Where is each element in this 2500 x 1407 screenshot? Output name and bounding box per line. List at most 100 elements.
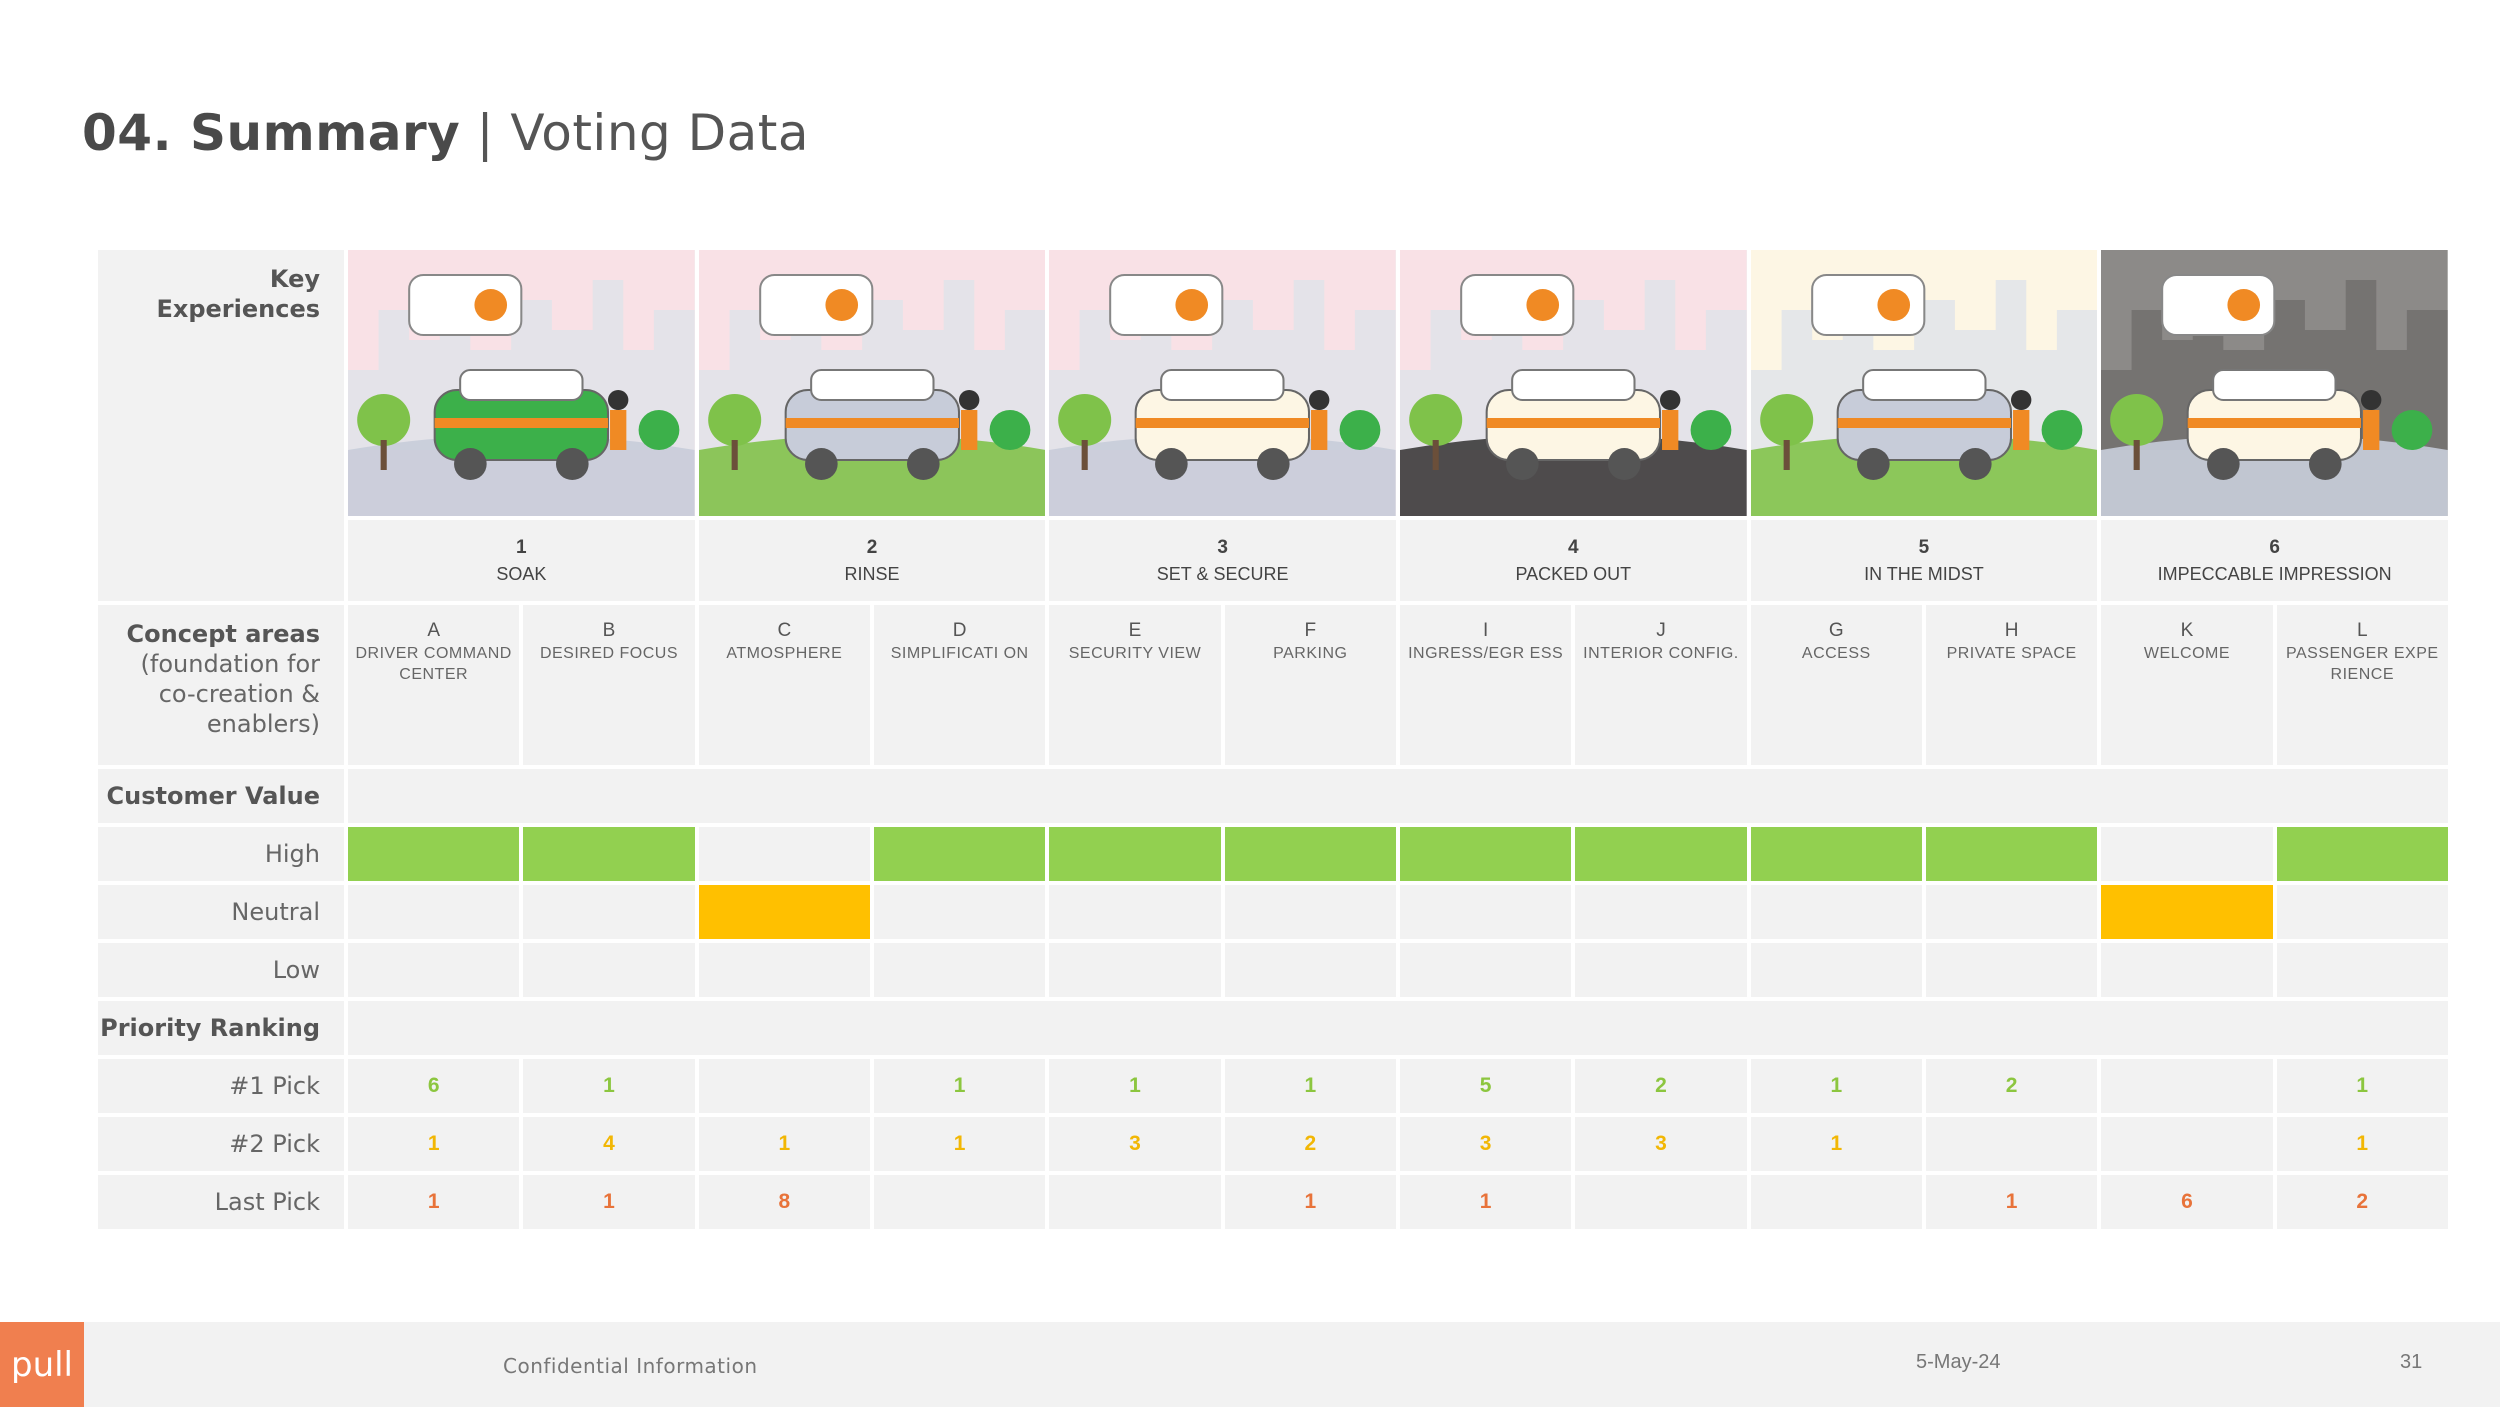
high-value-cell-J <box>1575 827 1747 881</box>
concept-areas-label-line: co-creation & <box>158 680 320 708</box>
voting-table: Key Experiences 1 SOAK 2 RINSE 3 SET & SECURE 4 P… <box>98 250 2448 1229</box>
experience-name: IN THE MIDST <box>1864 563 1984 584</box>
concept-letter: H <box>2004 620 2019 641</box>
concept-A: A DRIVER COMMAND CENTER <box>348 605 520 765</box>
page-number: 31 <box>2400 1351 2423 1373</box>
experience-number: 2 <box>866 536 878 558</box>
concept-G: G ACCESS <box>1750 605 1922 765</box>
neutral-value-cell-D <box>873 885 1046 939</box>
concept-name: PRIVATE SPACE <box>1946 645 2077 662</box>
high-value-cell-A <box>348 827 520 881</box>
last-count-J <box>1575 1175 1747 1229</box>
concept-B: B DESIRED FOCUS <box>523 605 695 765</box>
neutral-value-cell-C <box>698 885 870 939</box>
last-count-F: 1 <box>1224 1175 1396 1229</box>
last-count-K: 6 <box>2101 1175 2273 1229</box>
experience-6: 6 IMPECCABLE IMPRESSION <box>2101 520 2448 601</box>
experience-number: 3 <box>1217 536 1228 558</box>
low-value-cell-K <box>2101 943 2273 997</box>
key-experiences-label: Key Experiences <box>98 250 344 601</box>
low-value-cell-L <box>2276 943 2448 997</box>
pick2-count-H <box>1925 1117 2098 1171</box>
concept-H: H PRIVATE SPACE <box>1925 605 2098 765</box>
pick1-count-E: 1 <box>1049 1059 1221 1113</box>
last-count-H: 1 <box>1925 1175 2098 1229</box>
concept-letter: K <box>2180 620 2194 641</box>
pick1-count-F: 1 <box>1224 1059 1396 1113</box>
pick2-count-C: 1 <box>698 1117 870 1171</box>
last-label: Last Pick <box>98 1175 344 1229</box>
parking-scene <box>1049 250 1396 516</box>
high-value-cell-K <box>2101 827 2273 881</box>
experience-2: 2 RINSE <box>698 520 1046 601</box>
pick2-count-I: 3 <box>1399 1117 1572 1171</box>
concept-L: L PASSENGER EXPERIENCE <box>2276 605 2448 765</box>
concept-letter: G <box>1828 620 1844 641</box>
experience-5: 5 IN THE MIDST <box>1750 520 2098 601</box>
low-value-cell-G <box>1750 943 1922 997</box>
pick2-count-A: 1 <box>348 1117 520 1171</box>
neutral-value-cell-A <box>348 885 520 939</box>
high-value-cell-B <box>523 827 695 881</box>
low-value-cell-I <box>1399 943 1572 997</box>
page-title: 04. Summary | Voting Data <box>82 104 809 162</box>
welcome-cabin-scene <box>2101 250 2448 516</box>
neutral-value-cell-F <box>1224 885 1396 939</box>
priority-ranking-label: Priority Ranking <box>98 1001 344 1055</box>
high-label: High <box>98 827 344 881</box>
pick2-count-L: 1 <box>2276 1117 2448 1171</box>
concept-name: SECURITY VIEW <box>1068 645 1202 662</box>
low-value-cell-H <box>1925 943 2098 997</box>
low-label: Low <box>98 943 344 997</box>
concept-name: DRIVER COMMAND CENTER <box>355 645 512 683</box>
concept-name: ACCESS <box>1801 645 1871 662</box>
experience-4: 4 PACKED OUT <box>1399 520 1747 601</box>
last-count-C: 8 <box>698 1175 870 1229</box>
experience-number: 4 <box>1568 536 1579 558</box>
pick1-count-J: 2 <box>1575 1059 1747 1113</box>
experience-name: IMPECCABLE IMPRESSION <box>2157 563 2392 584</box>
concept-letter: C <box>777 620 792 641</box>
last-count-L: 2 <box>2276 1175 2448 1229</box>
pick2-count-G: 1 <box>1750 1117 1922 1171</box>
pick2-count-J: 3 <box>1575 1117 1747 1171</box>
pick1-count-C <box>698 1059 870 1113</box>
low-value-cell-A <box>348 943 520 997</box>
neutral-value-cell-B <box>523 885 695 939</box>
concept-areas-label-line: (foundation for <box>140 650 320 678</box>
concept-J: J INTERIOR CONFIG. <box>1575 605 1747 765</box>
experience-name: SET & SECURE <box>1156 563 1289 584</box>
park-fountain-scene <box>1750 250 2098 516</box>
high-value-cell-G <box>1750 827 1922 881</box>
pick1-count-D: 1 <box>873 1059 1046 1113</box>
last-count-A: 1 <box>348 1175 520 1229</box>
concept-name: PASSENGER EXPERIENCE <box>2286 645 2439 683</box>
concept-name: DESIRED FOCUS <box>539 645 679 662</box>
pull-logo: pull <box>0 1322 84 1407</box>
concept-areas-label: Concept areas (foundation for co-creation … <box>98 605 344 765</box>
last-count-B: 1 <box>523 1175 695 1229</box>
experience-name: PACKED OUT <box>1515 563 1632 584</box>
experience-3: 3 SET & SECURE <box>1049 520 1396 601</box>
concept-letter: E <box>1128 620 1142 641</box>
pick2-count-K <box>2101 1117 2273 1171</box>
pick1-count-L: 1 <box>2276 1059 2448 1113</box>
pick2-label: #2 Pick <box>98 1117 344 1171</box>
high-value-cell-I <box>1399 827 1572 881</box>
loading-scene <box>1399 250 1747 516</box>
neutral-value-cell-L <box>2276 885 2448 939</box>
confidential-label: Confidential Information <box>503 1354 758 1378</box>
concept-letter: F <box>1304 620 1317 641</box>
concept-name: SIMPLIFICATI ON <box>890 645 1029 662</box>
experience-number: 5 <box>1918 536 1930 558</box>
low-value-cell-D <box>873 943 1046 997</box>
neutral-value-cell-E <box>1049 885 1221 939</box>
last-count-E <box>1049 1175 1221 1229</box>
pick1-count-A: 6 <box>348 1059 520 1113</box>
concept-K: K WELCOME <box>2101 605 2273 765</box>
neutral-value-cell-J <box>1575 885 1747 939</box>
high-value-cell-C <box>698 827 870 881</box>
customer-value-label: Customer Value <box>98 769 344 823</box>
title-light: | Voting Data <box>460 104 810 162</box>
last-count-G <box>1750 1175 1922 1229</box>
